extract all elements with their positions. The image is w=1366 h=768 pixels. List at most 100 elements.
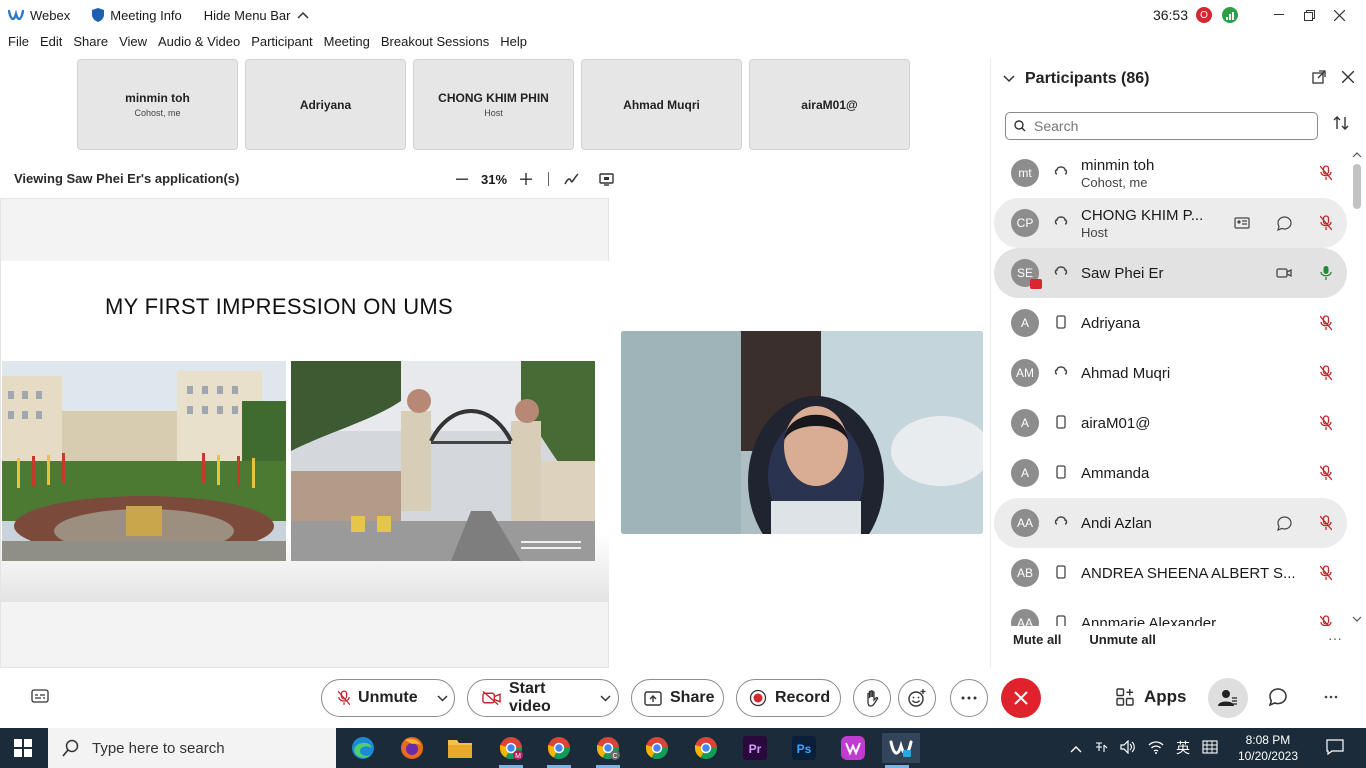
chrome-profile-m-icon[interactable]: M [496, 733, 526, 768]
chrome-profile-4-icon[interactable] [691, 733, 721, 763]
premiere-pro-icon[interactable]: Pr [740, 733, 770, 763]
close-panel-button[interactable] [1341, 70, 1355, 88]
chrome-profile-c-icon[interactable]: C [593, 733, 623, 768]
unmute-button[interactable]: Unmute [321, 679, 455, 717]
apps-button[interactable]: Apps [1116, 687, 1187, 707]
photoshop-icon[interactable]: Ps [789, 733, 819, 763]
chrome-app-icon[interactable] [544, 733, 574, 768]
reactions-button[interactable] [898, 679, 936, 717]
wifi-icon[interactable] [1148, 740, 1164, 757]
zoom-in-button[interactable] [516, 169, 536, 190]
contact-card-icon[interactable] [1221, 217, 1263, 229]
active-speaker-video[interactable] [621, 331, 983, 534]
menu-view[interactable]: View [119, 34, 147, 54]
participant-row[interactable]: AM Ahmad Muqri [994, 348, 1347, 398]
sort-button[interactable] [1333, 116, 1349, 135]
muted-mic-icon[interactable] [1305, 315, 1347, 331]
chat-icon[interactable] [1263, 515, 1305, 531]
shared-content-area[interactable]: MY FIRST IMPRESSION ON UMS [0, 198, 609, 668]
menu-share[interactable]: Share [73, 34, 108, 54]
closed-captions-button[interactable] [31, 689, 49, 708]
start-video-button[interactable]: Start video [467, 679, 619, 717]
video-tile[interactable]: Ahmad Muqri [581, 59, 742, 150]
scroll-up-icon[interactable] [1352, 150, 1362, 160]
record-button[interactable]: Record [736, 679, 841, 717]
muted-mic-icon[interactable] [1305, 465, 1347, 481]
volume-icon[interactable] [1120, 739, 1136, 757]
participant-search-box[interactable] [1005, 112, 1318, 140]
file-explorer-icon[interactable] [445, 733, 475, 763]
participant-row[interactable]: SE Saw Phei Er [994, 248, 1347, 298]
menu-help[interactable]: Help [500, 34, 527, 54]
participant-row[interactable]: A Ammanda [994, 448, 1347, 498]
chrome-profile-3-icon[interactable] [642, 733, 672, 763]
video-options-dropdown[interactable] [593, 679, 618, 717]
audio-options-dropdown[interactable] [432, 679, 454, 717]
edge-app-icon[interactable] [348, 733, 378, 763]
share-button[interactable]: Share [631, 679, 724, 717]
share-view-options-button[interactable] [595, 168, 617, 190]
muted-mic-icon[interactable] [1305, 615, 1347, 626]
participant-row[interactable]: A airaM01@ [994, 398, 1347, 448]
notification-center-icon[interactable] [1326, 738, 1344, 758]
menu-breakout-sessions[interactable]: Breakout Sessions [381, 34, 489, 54]
close-window-button[interactable] [1324, 0, 1354, 30]
ime-language-indicator[interactable]: 英 [1176, 738, 1190, 758]
participant-row[interactable]: AA Annmarie Alexander [994, 598, 1347, 626]
muted-mic-icon[interactable] [1305, 215, 1347, 231]
participant-row[interactable]: AB ANDREA SHEENA ALBERT S... [994, 548, 1347, 598]
menu-edit[interactable]: Edit [40, 34, 62, 54]
participant-row[interactable]: A Adriyana [994, 298, 1347, 348]
muted-mic-icon[interactable] [1305, 415, 1347, 431]
muted-mic-icon[interactable] [1305, 165, 1347, 181]
mute-all-button[interactable]: Mute all [1013, 632, 1061, 647]
video-tile[interactable]: Adriyana [245, 59, 406, 150]
muted-mic-icon[interactable] [1305, 565, 1347, 581]
wps-office-icon[interactable] [838, 733, 868, 763]
scroll-down-icon[interactable] [1352, 615, 1362, 625]
raise-hand-button[interactable] [853, 679, 891, 717]
video-tile[interactable]: airaM01@ [749, 59, 910, 150]
chat-button[interactable] [1268, 687, 1288, 712]
video-tile[interactable]: CHONG KHIM PHIN Host [413, 59, 574, 150]
hide-menu-bar-button[interactable]: Hide Menu Bar [204, 0, 309, 30]
participant-list-scrollbar[interactable] [1350, 150, 1364, 625]
zoom-out-button[interactable] [452, 169, 472, 190]
annotate-button[interactable] [561, 168, 583, 190]
start-button[interactable] [14, 739, 32, 757]
muted-mic-icon[interactable] [1305, 515, 1347, 531]
participant-row[interactable]: mt minmin toh Cohost, me [994, 148, 1347, 198]
panel-more-options-button[interactable] [1324, 686, 1338, 704]
chevron-up-icon[interactable] [1070, 741, 1082, 756]
collapse-panel-button[interactable] [1003, 72, 1015, 86]
participant-search-input[interactable] [1034, 118, 1304, 134]
recording-status-icon[interactable]: O [1196, 7, 1212, 23]
menu-participant[interactable]: Participant [251, 34, 312, 54]
webex-taskbar-icon[interactable] [882, 733, 920, 768]
mic-icon[interactable] [1305, 265, 1347, 281]
network-health-icon[interactable] [1222, 7, 1238, 23]
participant-row[interactable]: AA Andi Azlan [994, 498, 1347, 548]
taskbar-search[interactable]: Type here to search [48, 728, 336, 768]
menu-audio-video[interactable]: Audio & Video [158, 34, 240, 54]
video-tile[interactable]: minmin toh Cohost, me [77, 59, 238, 150]
taskbar-clock[interactable]: 8:08 PM 10/20/2023 [1238, 732, 1298, 764]
scroll-thumb[interactable] [1353, 164, 1361, 209]
leave-meeting-button[interactable] [1001, 678, 1041, 718]
panel-more-button[interactable]: ··· [1328, 630, 1342, 646]
keyboard-ime-icon[interactable] [1094, 740, 1108, 757]
participants-toggle-button[interactable] [1208, 678, 1248, 718]
more-options-button[interactable] [950, 679, 988, 717]
menu-meeting[interactable]: Meeting [324, 34, 370, 54]
video-camera-icon[interactable] [1263, 267, 1305, 279]
muted-mic-icon[interactable] [1305, 365, 1347, 381]
minimize-button[interactable] [1264, 0, 1294, 30]
chat-icon[interactable] [1263, 215, 1305, 231]
unmute-all-button[interactable]: Unmute all [1089, 632, 1155, 647]
participant-row[interactable]: CP CHONG KHIM P... Host [994, 198, 1347, 248]
menu-file[interactable]: File [8, 34, 29, 54]
firefox-app-icon[interactable] [397, 733, 427, 763]
meeting-info-button[interactable]: Meeting Info [92, 0, 182, 30]
input-mode-icon[interactable] [1202, 739, 1218, 757]
restore-button[interactable] [1294, 0, 1324, 30]
